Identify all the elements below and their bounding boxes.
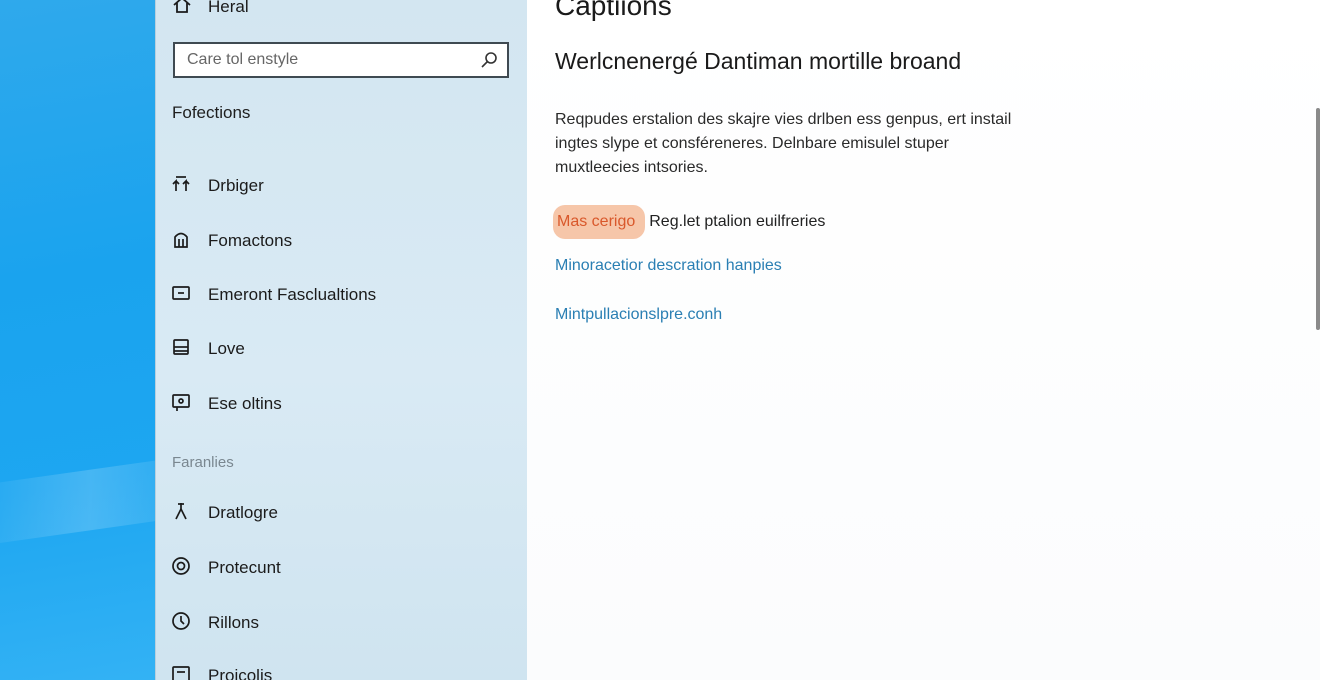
sidebar-item-love[interactable]: Love [170,329,510,369]
sidebar-item-label: Ese oltins [208,394,282,413]
drive-icon [170,336,192,363]
search-box[interactable] [173,42,509,78]
sidebar-item-protecunt[interactable]: Protecunt [170,548,510,588]
highlighted-link[interactable]: Mas cerigo [553,205,646,239]
sidebar-item-label: Fomactons [208,231,293,250]
inline-text: Reg.let ptalion euilfreries [649,213,826,230]
sidebar-item-proicolis[interactable]: Proicolis [170,656,510,680]
highlight-row: Mas cerigo Reg.let ptalion euilfreries [553,205,825,239]
sidebar-item-emeront[interactable]: Emeront Fasclualtions [170,275,510,315]
related-link-1[interactable]: Minoracetior descration hanpies [555,257,782,275]
sidebar-item-fomactons[interactable]: Fomactons [170,221,510,261]
section-label: Fofections [172,103,251,122]
clock-icon [170,610,192,637]
description-text: Reqpudes erstalion des skajre vies drlbe… [555,111,1012,176]
home-link[interactable]: Heral [172,0,249,20]
sidebar-item-drbiger[interactable]: Drbiger [170,166,510,206]
related-link-2[interactable]: Mintpullacionslpre.conh [555,306,722,324]
tablet-icon [170,663,192,680]
sidebar-item-label: Dratlogre [208,503,278,522]
search-icon[interactable] [471,50,507,70]
desktop-background [0,0,155,680]
network-icon [170,173,192,200]
group-label: Faranlies [172,454,234,471]
home-icon [172,0,192,20]
page-title: Captiions [555,0,672,21]
settings-window: Heral Fofections Drbiger [155,0,1320,680]
sidebar-item-rillons[interactable]: Rillons [170,603,510,643]
sidebar-item-label: Rillons [208,613,260,632]
target-icon [170,555,192,582]
shield-icon [170,228,192,255]
sidebar-item-label: Drbiger [208,176,264,195]
display-icon [170,391,192,418]
sidebar-item-label: Love [208,339,245,358]
main-content: Captiions Werlcnenergé Dantiman mortille… [527,0,1320,680]
section-subtitle: Werlcnenergé Dantiman mortille broand [555,48,962,74]
sidebar-item-label: Proicolis [208,666,273,680]
sidebar-item-ese-oltins[interactable]: Ese oltins [170,384,510,424]
sidebar: Heral Fofections Drbiger [155,0,528,680]
home-label: Heral [208,0,249,16]
person-icon [170,500,192,527]
sidebar-item-dratlogre[interactable]: Dratlogre [170,493,510,533]
scrollbar[interactable] [1316,108,1320,330]
search-input[interactable] [175,50,471,70]
sidebar-item-label: Emeront Fasclualtions [208,285,377,304]
sidebar-item-label: Protecunt [208,558,281,577]
monitor-icon [170,282,192,309]
